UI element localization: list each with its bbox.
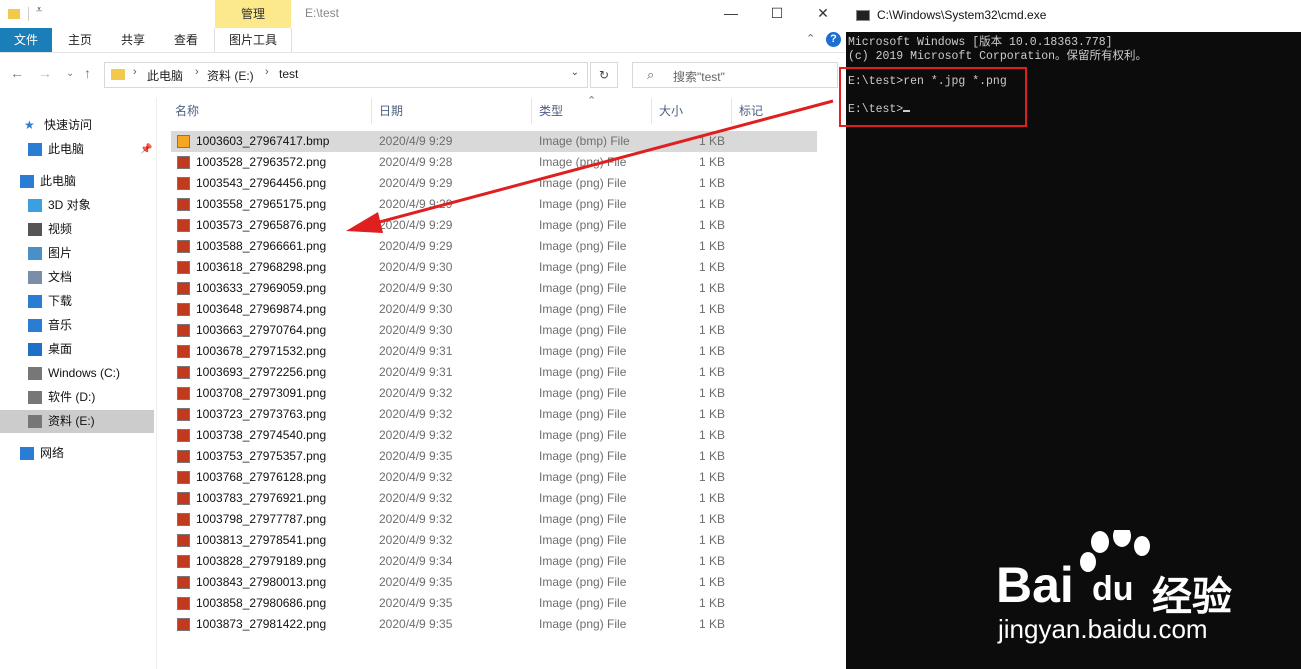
watermark-brand: Bai <box>996 557 1074 613</box>
arrow-shaft <box>371 99 834 226</box>
baidu-jingyan-watermark: Bai du 经验 jingyan.baidu.com <box>992 530 1292 665</box>
watermark-du: du <box>1092 570 1134 608</box>
arrow-head <box>346 212 383 233</box>
watermark-url: jingyan.baidu.com <box>998 614 1208 644</box>
